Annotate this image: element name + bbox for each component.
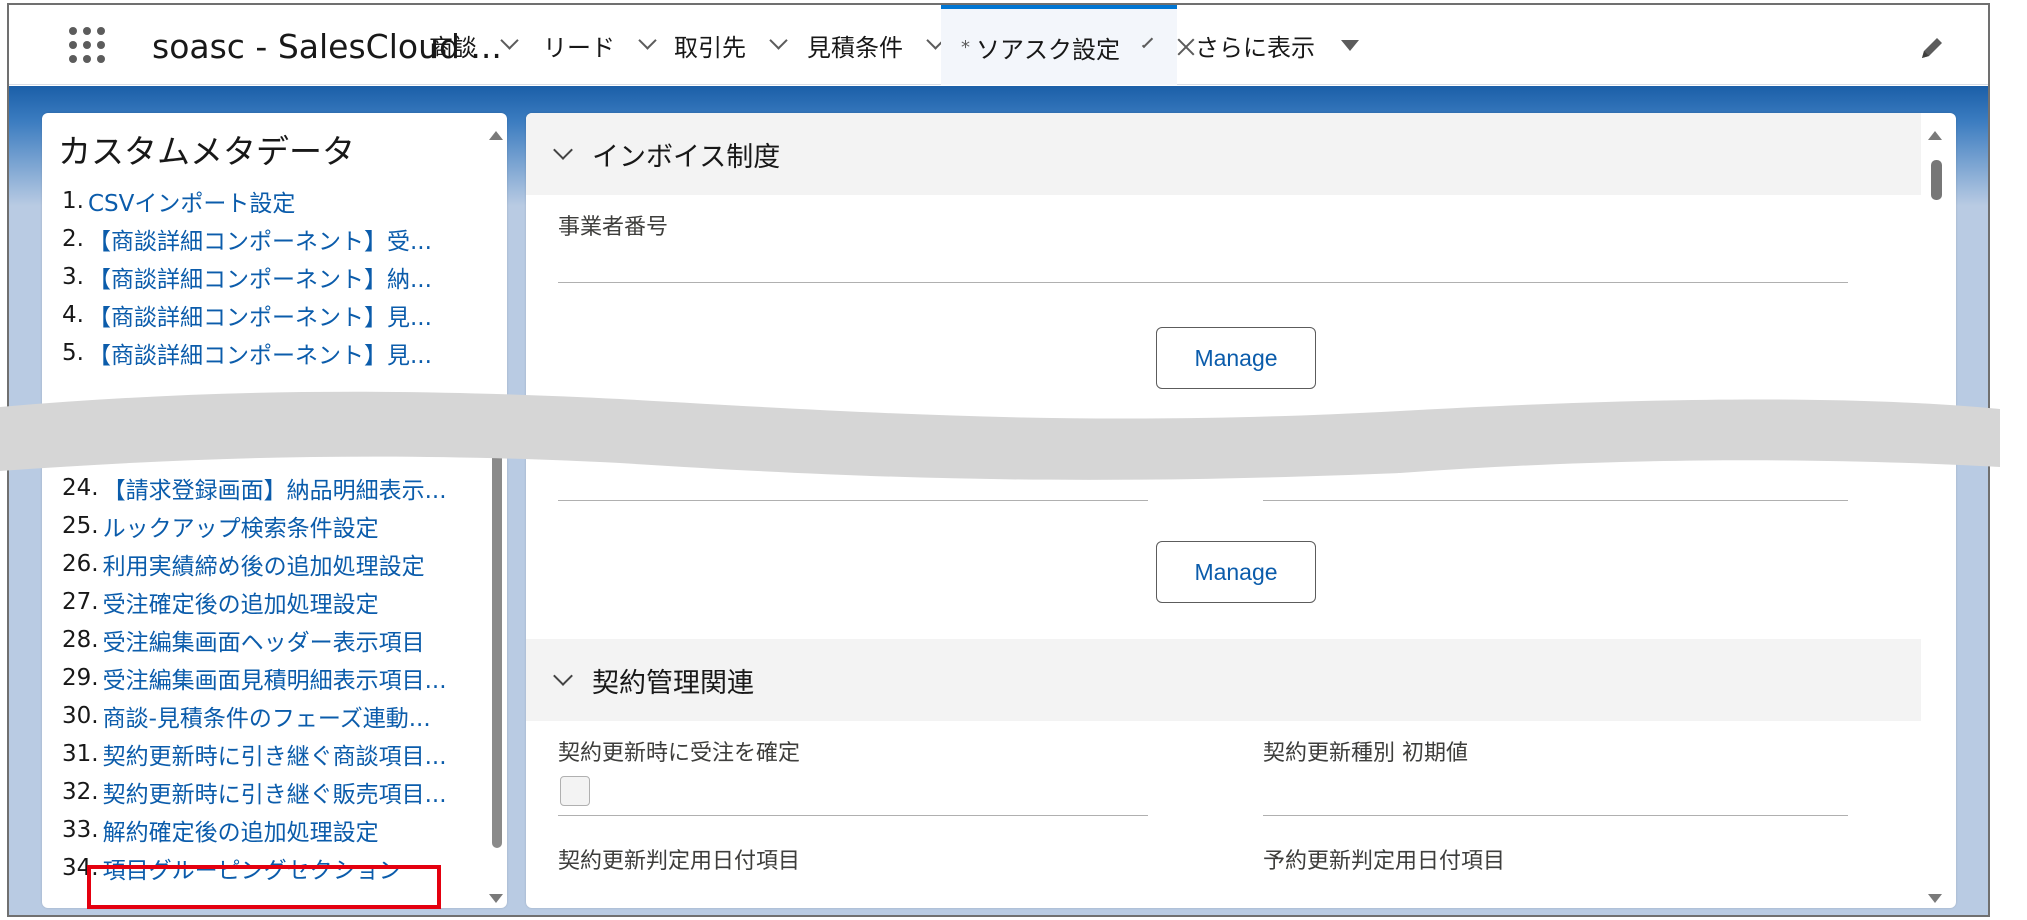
custom-metadata-list-card: カスタムメタデータ 1. CSVインポート設定 2. 【商談詳細コンポーネント】受.… (42, 113, 507, 908)
tab-more[interactable]: さらに表示 (1195, 5, 1359, 85)
chevron-down-icon (553, 666, 573, 686)
tab-label: ソアスク設定 (976, 35, 1120, 64)
app-launcher-icon[interactable] (69, 27, 109, 63)
list-item[interactable]: 28. 受注編集画面ヘッダー表示項目 (62, 622, 482, 658)
chevron-down-icon[interactable] (769, 30, 788, 50)
field-label-reservation-date: 予約更新判定用日付項目 (1263, 849, 1506, 874)
field-renewal-type[interactable] (1263, 815, 1848, 816)
tab-label: 商談 (429, 33, 477, 62)
unsaved-marker: * (961, 36, 970, 58)
list-item[interactable]: 30. 商談-見積条件のフェーズ連動... (62, 698, 482, 734)
settings-form-card: インボイス制度 事業者番号 Manage Manage 契約管理関連 契約更新時… (526, 113, 1956, 908)
manage-button[interactable]: Manage (1156, 541, 1316, 603)
list-item[interactable]: 29. 受注編集画面見積明細表示項目... (62, 660, 482, 696)
caret-down-icon (1341, 39, 1359, 51)
list-item[interactable]: 4. 【商談詳細コンポーネント】見... (62, 297, 482, 333)
field-underline (558, 815, 1148, 816)
section-header-invoice[interactable]: インボイス制度 (526, 113, 1921, 195)
list-item[interactable]: 32. 契約更新時に引き継ぐ販売項目... (62, 774, 482, 810)
tab-quote-conditions[interactable]: 見積条件 (807, 5, 945, 85)
list-item[interactable]: 27. 受注確定後の追加処理設定 (62, 584, 482, 620)
content-break-band (0, 391, 2000, 480)
field-label-business-number: 事業者番号 (558, 215, 669, 240)
field-underline[interactable] (1263, 500, 1848, 501)
highlight-box (87, 865, 441, 909)
list-item[interactable]: 2. 【商談詳細コンポーネント】受... (62, 221, 482, 257)
list-item[interactable]: 5. 【商談詳細コンポーネント】見... (62, 335, 482, 371)
tab-soasc-settings[interactable]: * ソアスク設定 (941, 5, 1177, 85)
tab-account[interactable]: 取引先 (674, 5, 788, 85)
section-header-contract[interactable]: 契約管理関連 (526, 639, 1921, 721)
chevron-down-icon (553, 140, 573, 160)
tab-label: 取引先 (674, 33, 746, 62)
tab-opportunity[interactable]: 商談 (429, 5, 519, 85)
scroll-down-arrow-icon[interactable] (489, 894, 503, 903)
field-label-renewal-date: 契約更新判定用日付項目 (558, 849, 801, 874)
scroll-down-arrow-icon[interactable] (1928, 894, 1942, 903)
close-tab-icon[interactable] (1175, 36, 1177, 58)
top-navigation-bar: soasc - SalesCloud ... 商談 リード 取引先 見積条件 *… (9, 5, 1988, 85)
field-business-number[interactable] (558, 282, 1848, 283)
list-item[interactable]: 25. ルックアップ検索条件設定 (62, 508, 482, 544)
field-label-confirm-order: 契約更新時に受注を確定 (558, 741, 801, 766)
scroll-up-arrow-icon[interactable] (1928, 131, 1942, 140)
left-scrollbar-thumb[interactable] (492, 450, 502, 848)
right-scrollbar-thumb[interactable] (1931, 160, 1942, 200)
list-item[interactable]: 26. 利用実績締め後の追加処理設定 (62, 546, 482, 582)
confirm-order-checkbox[interactable] (560, 776, 590, 806)
tab-label: さらに表示 (1195, 33, 1315, 62)
field-underline[interactable] (558, 500, 1148, 501)
field-label-renewal-type: 契約更新種別 初期値 (1263, 741, 1468, 766)
list-item[interactable]: 3. 【商談詳細コンポーネント】納... (62, 259, 482, 295)
card-title: カスタムメタデータ (58, 132, 355, 171)
tab-lead[interactable]: リード (543, 5, 657, 85)
chevron-down-icon[interactable] (638, 30, 657, 50)
manage-button[interactable]: Manage (1156, 327, 1316, 389)
chevron-down-icon[interactable] (1141, 36, 1154, 48)
list-item[interactable]: 31. 契約更新時に引き継ぐ商談項目... (62, 736, 482, 772)
tab-label: 見積条件 (807, 33, 903, 62)
scroll-up-arrow-icon[interactable] (489, 131, 503, 140)
edit-nav-pencil-icon[interactable] (1917, 33, 1947, 63)
list-item[interactable]: 33. 解約確定後の追加処理設定 (62, 812, 482, 848)
right-scrollbar[interactable] (1926, 125, 1946, 905)
list-item[interactable]: 1. CSVインポート設定 (62, 183, 482, 219)
tab-label: リード (543, 33, 615, 62)
chevron-down-icon[interactable] (500, 30, 519, 50)
